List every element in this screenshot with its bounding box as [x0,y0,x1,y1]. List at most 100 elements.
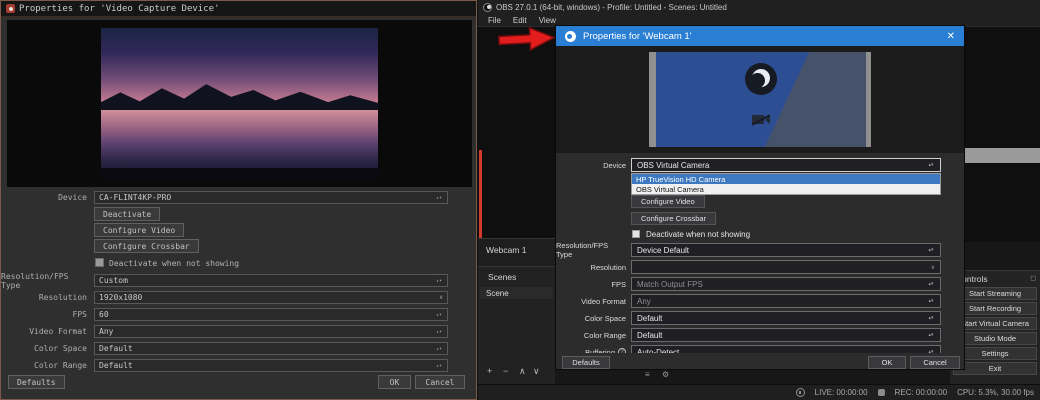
deactivate-button[interactable]: Deactivate [94,207,161,221]
video-capture-properties-window: Properties for 'Video Capture Device' De… [0,0,477,400]
fps-select[interactable]: 60 ▴▾ [94,308,448,321]
dropdown-option-hp-truevision[interactable]: HP TrueVision HD Camera [632,174,940,184]
annotation-arrow [498,26,556,52]
resolution-fps-type-value: Custom [99,276,128,285]
device-value: CA-FLINT4KP-PRO [99,193,172,202]
color-range-select[interactable]: Default ▴▾ [94,359,448,372]
left-window-titlebar[interactable]: Properties for 'Video Capture Device' [1,1,476,17]
device-label: Device [556,158,626,172]
left-window-title: Properties for 'Video Capture Device' [19,3,220,14]
spinner-icon[interactable]: ▴▾ [927,163,935,168]
resolution-select[interactable]: ∨ [631,260,941,274]
spinner-icon[interactable]: ▴▾ [435,312,443,317]
buffering-value: Auto-Detect [637,347,680,354]
configure-crossbar-button[interactable]: Configure Crossbar [94,239,199,253]
mixer-menu-icon[interactable]: ≡ [645,370,650,379]
add-source-icon[interactable]: + [487,366,492,376]
color-range-label: Color Range [34,361,87,370]
close-icon[interactable]: ✕ [947,31,955,42]
resolution-fps-type-label: Resolution/FPS Type [556,241,626,259]
remove-source-icon[interactable]: − [503,366,508,376]
buffering-select[interactable]: Auto-Detect ▴▾ [631,345,941,353]
color-space-select[interactable]: Default ▴▾ [94,342,448,355]
device-label: Device [58,193,87,202]
rec-status: REC: 00:00:00 [894,388,948,397]
device-select[interactable]: CA-FLINT4KP-PRO ▴▾ [94,191,448,204]
resolution-select[interactable]: 1920x1080 ∨ [94,291,448,304]
video-format-label: Video Format [29,327,87,336]
spinner-icon[interactable]: ▴▾ [927,316,935,321]
spinner-icon[interactable]: ▴▾ [927,350,935,354]
menu-view[interactable]: View [533,16,562,25]
color-range-select[interactable]: Default ▴▾ [631,328,941,342]
scene-item-label: Scene [486,288,509,298]
spinner-icon[interactable]: ▴▾ [927,333,935,338]
deactivate-checkbox[interactable] [632,230,640,238]
fps-label: FPS [556,277,626,291]
defaults-button[interactable]: Defaults [562,356,610,369]
exit-button[interactable]: Exit [953,362,1037,375]
status-bar: LIVE: 00:00:00 REC: 00:00:00 CPU: 5.3%, … [478,384,1040,400]
camera-muted-icon [751,114,771,126]
video-format-select[interactable]: Any ▴▾ [631,294,941,308]
fps-select[interactable]: Match Output FPS ▴▾ [631,277,941,291]
help-icon[interactable]: ? [618,348,626,353]
photo-foreground [101,168,378,179]
cancel-button[interactable]: Cancel [910,356,960,369]
deactivate-checkbox[interactable] [95,258,104,267]
dialog-form-rows: Resolution/FPS Type Device Default ▴▾ Re… [556,238,966,353]
obs-logo-icon [745,63,777,95]
spinner-icon[interactable]: ▴▾ [435,278,443,283]
spinner-icon[interactable]: ▴▾ [435,363,443,368]
move-up-icon[interactable]: ∧ [519,366,526,377]
row-label-text: Video Format [581,296,626,306]
video-format-select[interactable]: Any ▴▾ [94,325,448,338]
configure-video-button[interactable]: Configure Video [631,195,705,208]
resolution-fps-type-select[interactable]: Device Default ▴▾ [631,243,941,257]
row-label-text: Resolution/FPS Type [556,241,609,259]
defaults-button[interactable]: Defaults [8,375,65,389]
resolution-label: Resolution [38,293,87,302]
cancel-button[interactable]: Cancel [415,375,465,389]
buffering-label: Buffering ? [556,345,626,353]
chevron-down-icon[interactable]: ∨ [439,294,443,301]
row-label-text: Resolution [590,262,626,272]
menu-edit[interactable]: Edit [507,16,533,25]
fps-label: FPS [72,310,87,319]
scene-list-item[interactable]: Scene [480,287,553,299]
dialog-titlebar[interactable]: Properties for 'Webcam 1' ✕ [556,26,964,46]
spinner-icon[interactable]: ▴▾ [927,299,935,304]
resolution-fps-type-value: Device Default [637,245,690,255]
dock-options-icon[interactable]: ◻ [1030,274,1036,282]
chevron-down-icon[interactable]: ∨ [931,264,935,271]
color-space-value: Default [99,344,133,353]
device-value: OBS Virtual Camera [637,160,710,170]
ok-button[interactable]: OK [378,375,411,389]
spinner-icon[interactable]: ▴▾ [927,282,935,287]
resolution-label: Resolution [556,260,626,274]
spinner-icon[interactable]: ▴▾ [927,248,935,253]
webcam-preview-area [556,46,964,153]
configure-crossbar-button[interactable]: Configure Crossbar [631,212,717,225]
main-window-titlebar[interactable]: OBS 27.0.1 (64-bit, windows) - Profile: … [478,0,1040,14]
spinner-icon[interactable]: ▴▾ [435,346,443,351]
dropdown-option-obs-virtual-camera[interactable]: OBS Virtual Camera [632,184,940,194]
resolution-fps-type-select[interactable]: Custom ▴▾ [94,274,448,287]
color-space-label: Color Space [556,311,626,325]
color-range-value: Default [637,330,663,340]
move-down-icon[interactable]: ∨ [533,366,540,377]
mixer-gear-icon[interactable]: ⚙ [662,370,669,379]
obs-logo-icon [483,2,492,12]
webcam-properties-dialog: Properties for 'Webcam 1' ✕ Device OBS V… [555,25,965,370]
configure-video-button[interactable]: Configure Video [94,223,185,237]
source-item-webcam1[interactable]: Webcam 1 [486,245,526,255]
menu-file[interactable]: File [482,16,507,25]
rec-dot-icon [877,389,885,396]
ok-button[interactable]: OK [868,356,906,369]
spinner-icon[interactable]: ▴▾ [435,195,443,200]
window-icon [6,4,15,13]
color-range-value: Default [99,361,133,370]
color-space-select[interactable]: Default ▴▾ [631,311,941,325]
device-select[interactable]: OBS Virtual Camera ▴▾ [631,158,941,172]
spinner-icon[interactable]: ▴▾ [435,329,443,334]
